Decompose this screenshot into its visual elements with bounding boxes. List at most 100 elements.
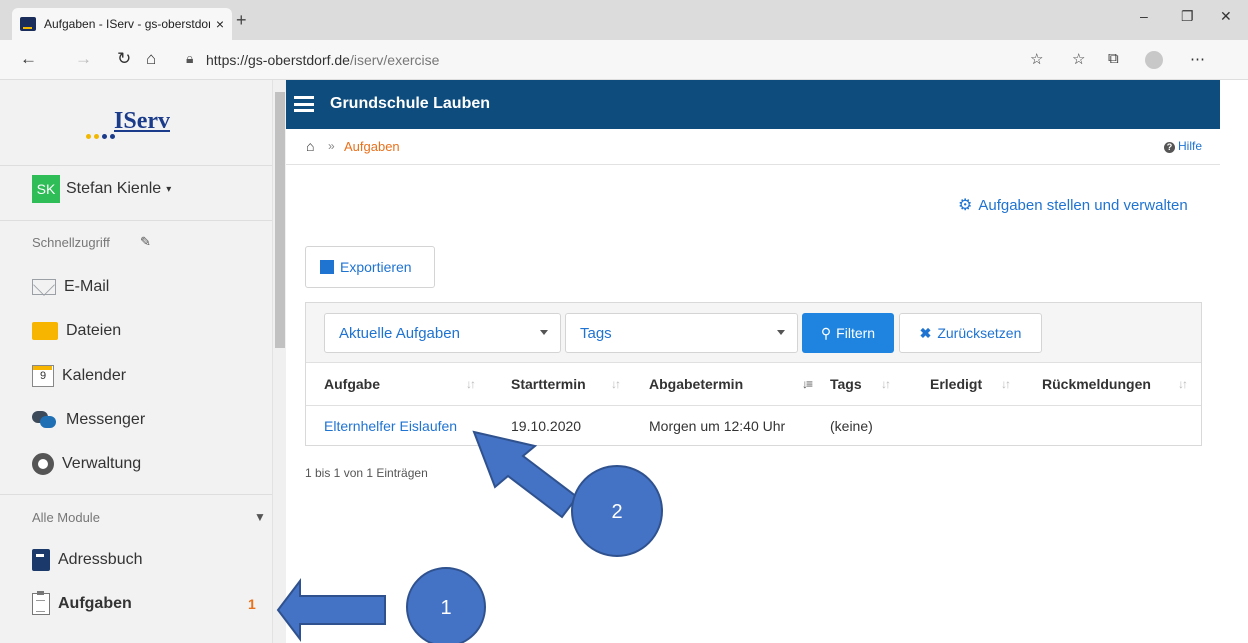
more-icon[interactable]: ⋯ <box>1190 50 1205 68</box>
browser-tab[interactable]: Aufgaben - IServ - gs-oberstdorf × <box>12 8 232 40</box>
table-header: Aufgabe ↓↑ Starttermin ↓↑ Abgabetermin ↓… <box>306 363 1201 406</box>
mail-icon <box>32 279 56 295</box>
column-header-erledigt[interactable]: Erledigt <box>930 376 982 392</box>
url-field[interactable]: https://gs-oberstdorf.de/iserv/exercise <box>206 52 439 68</box>
sidebar-item-calendar[interactable]: 9 Kalender <box>32 362 126 390</box>
chevron-down-icon[interactable]: ▼ <box>254 510 266 524</box>
annotation-arrow-1 <box>276 578 386 642</box>
export-label: Exportieren <box>340 259 412 275</box>
filter-label: Filtern <box>836 325 876 341</box>
column-header-abgabetermin[interactable]: Abgabetermin <box>649 376 743 392</box>
sidebar: IServ SK Stefan Kienle ▾ Schnellzugriff … <box>0 80 272 643</box>
star-icon[interactable]: ☆ <box>1030 50 1043 68</box>
sort-icon[interactable]: ↓↑ <box>1001 377 1011 391</box>
close-icon: ✖ <box>919 324 932 341</box>
sidebar-item-label: Adressbuch <box>58 551 143 568</box>
help-label: Hilfe <box>1177 139 1202 153</box>
help-link[interactable]: ? Hilfe <box>1163 139 1202 153</box>
manage-tasks-link[interactable]: ⚙ Aufgaben stellen und verwalten <box>958 195 1188 215</box>
export-button[interactable]: Exportieren <box>305 246 435 288</box>
annotation-label-1: 1 <box>440 597 451 619</box>
sidebar-item-files[interactable]: Dateien <box>32 317 121 345</box>
all-modules-label[interactable]: Alle Module <box>32 510 100 525</box>
iserv-favicon-icon <box>20 17 36 31</box>
table-row: Elternhelfer Eislaufen 19.10.2020 Morgen… <box>306 406 1201 445</box>
sidebar-item-tasks[interactable]: Aufgaben <box>32 590 132 618</box>
column-header-rueckmeldungen[interactable]: Rückmeldungen <box>1042 376 1151 392</box>
user-name: Stefan Kienle <box>66 180 162 197</box>
annotation-label-2: 2 <box>611 501 622 523</box>
sort-icon[interactable]: ↓↑ <box>881 377 891 391</box>
sidebar-scrollbar[interactable] <box>272 80 286 643</box>
back-icon[interactable]: ← <box>20 49 37 69</box>
breadcrumb: ⌂ » Aufgaben ? Hilfe <box>286 129 1220 165</box>
user-menu[interactable]: SK Stefan Kienle ▾ <box>32 175 171 203</box>
column-header-aufgabe[interactable]: Aufgabe <box>324 376 380 392</box>
home-browser-icon[interactable]: ⌂ <box>146 49 156 69</box>
favorites-icon[interactable]: ☆ <box>1072 50 1085 68</box>
quick-access-label: Schnellzugriff <box>32 235 110 250</box>
sort-icon[interactable]: ↓↑ <box>466 377 476 391</box>
restore-icon[interactable]: ❐ <box>1181 8 1194 25</box>
sidebar-item-email[interactable]: E-Mail <box>32 273 109 301</box>
menu-icon[interactable] <box>294 96 314 112</box>
tags-select-value: Tags <box>580 325 612 342</box>
manage-tasks-label: Aufgaben stellen und verwalten <box>978 196 1188 214</box>
logo-text: IServ <box>114 108 170 134</box>
tags-select[interactable]: Tags <box>565 313 798 353</box>
folder-icon <box>32 322 58 340</box>
status-select-value: Aktuelle Aufgaben <box>339 325 460 342</box>
tab-title: Aufgaben - IServ - gs-oberstdorf <box>44 17 210 31</box>
new-tab-icon[interactable]: + <box>236 10 247 31</box>
status-select[interactable]: Aktuelle Aufgaben <box>324 313 561 353</box>
tab-close-icon[interactable]: × <box>216 16 224 32</box>
avatar: SK <box>32 175 60 203</box>
sort-icon[interactable]: ↓↑ <box>611 377 621 391</box>
profile-icon[interactable] <box>1145 51 1163 69</box>
pencil-icon[interactable]: ✎ <box>140 234 151 250</box>
sidebar-item-administration[interactable]: Verwaltung <box>32 450 141 478</box>
annotation-circle-2 <box>571 465 663 557</box>
column-header-starttermin[interactable]: Starttermin <box>511 376 586 392</box>
sidebar-item-label: Kalender <box>62 367 127 384</box>
filter-bar: Aktuelle Aufgaben Tags ⚲ Filtern ✖ Zurüc… <box>306 303 1201 363</box>
breadcrumb-separator: » <box>328 139 335 153</box>
logo-dots <box>86 134 115 139</box>
sidebar-item-messenger[interactable]: Messenger <box>32 406 145 434</box>
sidebar-item-label: Messenger <box>66 411 146 428</box>
reset-label: Zurücksetzen <box>937 325 1022 341</box>
forward-icon[interactable]: → <box>75 49 92 69</box>
refresh-icon[interactable]: ↻ <box>117 49 131 69</box>
filter-button[interactable]: ⚲ Filtern <box>802 313 894 353</box>
logo-dot <box>94 134 99 139</box>
caret-down-icon: ▾ <box>166 183 172 195</box>
tasks-count-badge: 1 <box>248 596 256 612</box>
iserv-logo[interactable]: IServ <box>86 106 186 146</box>
school-name: Grundschule Lauben <box>330 95 491 112</box>
reset-button[interactable]: ✖ Zurücksetzen <box>899 313 1042 353</box>
tasks-panel: Aktuelle Aufgaben Tags ⚲ Filtern ✖ Zurüc… <box>305 302 1202 446</box>
sort-icon[interactable]: ↓↑ <box>1178 377 1188 391</box>
lock-icon: 🔒︎ <box>186 50 194 66</box>
messenger-icon <box>32 409 58 431</box>
home-icon[interactable]: ⌂ <box>306 138 314 154</box>
tags-cell: (keine) <box>830 418 873 434</box>
due-date-cell: Morgen um 12:40 Uhr <box>649 418 786 434</box>
breadcrumb-current[interactable]: Aufgaben <box>344 139 400 154</box>
divider <box>0 165 272 166</box>
collections-icon[interactable]: ⧉ <box>1108 50 1119 67</box>
minimize-icon[interactable]: – <box>1140 8 1148 24</box>
gear-icon <box>32 453 54 475</box>
search-icon: ⚲ <box>820 324 832 341</box>
dropdown-caret-icon <box>777 330 785 335</box>
start-date-cell: 19.10.2020 <box>511 418 582 434</box>
close-window-icon[interactable]: ✕ <box>1220 8 1232 25</box>
column-header-tags[interactable]: Tags <box>830 376 862 392</box>
scrollbar-thumb[interactable] <box>275 92 285 348</box>
sort-active-icon[interactable]: ↓≡ <box>802 377 813 391</box>
task-link[interactable]: Elternhelfer Eislaufen <box>324 418 457 434</box>
browser-address-bar: ← → ↻ ⌂ 🔒︎ https://gs-oberstdorf.de/iser… <box>0 40 1248 80</box>
sidebar-item-label: Verwaltung <box>62 455 142 472</box>
tasks-icon <box>32 591 50 615</box>
sidebar-item-addressbook[interactable]: Adressbuch <box>32 546 143 574</box>
